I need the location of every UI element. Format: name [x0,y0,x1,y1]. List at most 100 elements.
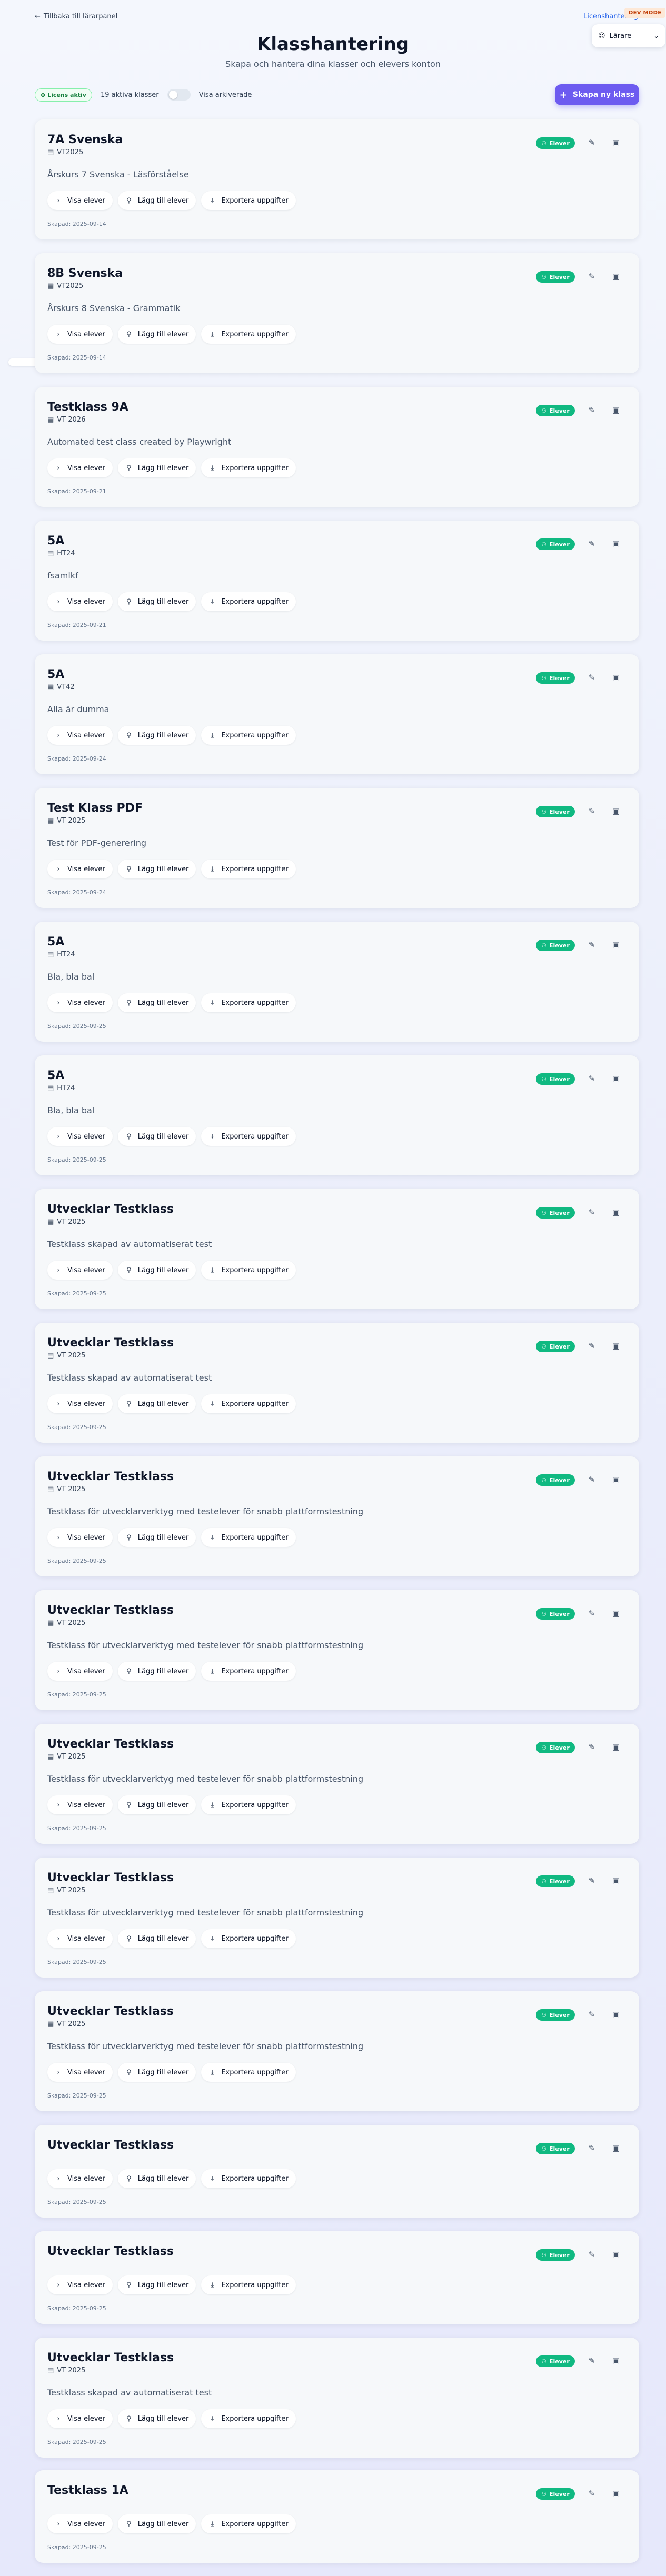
export-assignments-button[interactable]: ⤓ Exportera uppgifter [201,1929,296,1948]
add-students-button[interactable]: ⚲ Lägg till elever [117,325,196,344]
view-students-button[interactable]: › Visa elever [47,2169,113,2188]
add-students-button[interactable]: ⚲ Lägg till elever [117,860,196,878]
archive-class-button[interactable]: ▣ [609,269,623,284]
students-badge[interactable]: ⚇ Elever [536,2355,575,2367]
students-badge[interactable]: ⚇ Elever [536,1875,575,1887]
view-students-button[interactable]: › Visa elever [47,1394,113,1413]
export-assignments-button[interactable]: ⤓ Exportera uppgifter [201,726,296,745]
export-assignments-button[interactable]: ⤓ Exportera uppgifter [201,2514,296,2533]
export-assignments-button[interactable]: ⤓ Exportera uppgifter [201,860,296,878]
view-students-button[interactable]: › Visa elever [47,2063,113,2082]
view-students-button[interactable]: › Visa elever [47,1795,113,1814]
export-assignments-button[interactable]: ⤓ Exportera uppgifter [201,993,296,1012]
edit-class-button[interactable]: ✎ [584,2353,599,2368]
edit-class-button[interactable]: ✎ [584,804,599,818]
archive-class-button[interactable]: ▣ [609,1205,623,1220]
archive-class-button[interactable]: ▣ [609,1740,623,1754]
add-students-button[interactable]: ⚲ Lägg till elever [117,592,196,611]
show-archived-toggle[interactable] [167,89,191,101]
students-badge[interactable]: ⚇ Elever [536,405,575,416]
export-assignments-button[interactable]: ⤓ Exportera uppgifter [201,1662,296,1681]
view-students-button[interactable]: › Visa elever [47,2275,113,2294]
students-badge[interactable]: ⚇ Elever [536,2143,575,2154]
export-assignments-button[interactable]: ⤓ Exportera uppgifter [201,2409,296,2428]
add-students-button[interactable]: ⚲ Lägg till elever [117,2063,196,2082]
edit-class-button[interactable]: ✎ [584,269,599,284]
archive-class-button[interactable]: ▣ [609,937,623,952]
add-students-button[interactable]: ⚲ Lägg till elever [117,2275,196,2294]
view-students-button[interactable]: › Visa elever [47,860,113,878]
view-students-button[interactable]: › Visa elever [47,1261,113,1280]
view-students-button[interactable]: › Visa elever [47,325,113,344]
students-badge[interactable]: ⚇ Elever [536,1207,575,1219]
add-students-button[interactable]: ⚲ Lägg till elever [117,1795,196,1814]
edit-class-button[interactable]: ✎ [584,2007,599,2022]
export-assignments-button[interactable]: ⤓ Exportera uppgifter [201,2275,296,2294]
edit-class-button[interactable]: ✎ [584,2141,599,2155]
view-students-button[interactable]: › Visa elever [47,726,113,745]
archive-class-button[interactable]: ▣ [609,2007,623,2022]
edit-class-button[interactable]: ✎ [584,1071,599,1086]
students-badge[interactable]: ⚇ Elever [536,940,575,951]
edit-class-button[interactable]: ✎ [584,670,599,685]
edit-class-button[interactable]: ✎ [584,2486,599,2501]
students-badge[interactable]: ⚇ Elever [536,1608,575,1620]
export-assignments-button[interactable]: ⤓ Exportera uppgifter [201,1127,296,1146]
add-students-button[interactable]: ⚲ Lägg till elever [117,2169,196,2188]
edit-class-button[interactable]: ✎ [584,1606,599,1621]
export-assignments-button[interactable]: ⤓ Exportera uppgifter [201,2169,296,2188]
archive-class-button[interactable]: ▣ [609,2247,623,2262]
add-students-button[interactable]: ⚲ Lägg till elever [117,1528,196,1547]
view-students-button[interactable]: › Visa elever [47,1662,113,1681]
archive-class-button[interactable]: ▣ [609,1472,623,1487]
students-badge[interactable]: ⚇ Elever [536,1474,575,1486]
archive-class-button[interactable]: ▣ [609,670,623,685]
edit-class-button[interactable]: ✎ [584,135,599,150]
archive-class-button[interactable]: ▣ [609,135,623,150]
students-badge[interactable]: ⚇ Elever [536,538,575,550]
back-to-teacher-panel-link[interactable]: ← Tillbaka till lärarpanel [35,13,117,21]
students-badge[interactable]: ⚇ Elever [536,2009,575,2021]
archive-class-button[interactable]: ▣ [609,536,623,551]
archive-class-button[interactable]: ▣ [609,1606,623,1621]
view-students-button[interactable]: › Visa elever [47,993,113,1012]
edit-class-button[interactable]: ✎ [584,1205,599,1220]
export-assignments-button[interactable]: ⤓ Exportera uppgifter [201,191,296,210]
add-students-button[interactable]: ⚲ Lägg till elever [117,458,196,477]
archive-class-button[interactable]: ▣ [609,2353,623,2368]
view-students-button[interactable]: › Visa elever [47,1929,113,1948]
students-badge[interactable]: ⚇ Elever [536,271,575,283]
add-students-button[interactable]: ⚲ Lägg till elever [117,1127,196,1146]
view-students-button[interactable]: › Visa elever [47,2514,113,2533]
view-students-button[interactable]: › Visa elever [47,1528,113,1547]
add-students-button[interactable]: ⚲ Lägg till elever [117,191,196,210]
add-students-button[interactable]: ⚲ Lägg till elever [117,1394,196,1413]
students-badge[interactable]: ⚇ Elever [536,1341,575,1352]
view-students-button[interactable]: › Visa elever [47,2409,113,2428]
students-badge[interactable]: ⚇ Elever [536,2249,575,2261]
students-badge[interactable]: ⚇ Elever [536,1742,575,1753]
archive-class-button[interactable]: ▣ [609,1339,623,1353]
archive-class-button[interactable]: ▣ [609,403,623,417]
view-students-button[interactable]: › Visa elever [47,592,113,611]
view-students-button[interactable]: › Visa elever [47,1127,113,1146]
edit-class-button[interactable]: ✎ [584,937,599,952]
archive-class-button[interactable]: ▣ [609,1071,623,1086]
export-assignments-button[interactable]: ⤓ Exportera uppgifter [201,325,296,344]
view-students-button[interactable]: › Visa elever [47,191,113,210]
add-students-button[interactable]: ⚲ Lägg till elever [117,1662,196,1681]
export-assignments-button[interactable]: ⤓ Exportera uppgifter [201,592,296,611]
edit-class-button[interactable]: ✎ [584,403,599,417]
export-assignments-button[interactable]: ⤓ Exportera uppgifter [201,1795,296,1814]
edit-class-button[interactable]: ✎ [584,536,599,551]
edit-class-button[interactable]: ✎ [584,2247,599,2262]
export-assignments-button[interactable]: ⤓ Exportera uppgifter [201,1261,296,1280]
export-assignments-button[interactable]: ⤓ Exportera uppgifter [201,1528,296,1547]
add-students-button[interactable]: ⚲ Lägg till elever [117,2514,196,2533]
add-students-button[interactable]: ⚲ Lägg till elever [117,726,196,745]
students-badge[interactable]: ⚇ Elever [536,672,575,684]
students-badge[interactable]: ⚇ Elever [536,1073,575,1085]
students-badge[interactable]: ⚇ Elever [536,806,575,817]
archive-class-button[interactable]: ▣ [609,804,623,818]
add-students-button[interactable]: ⚲ Lägg till elever [117,1261,196,1280]
